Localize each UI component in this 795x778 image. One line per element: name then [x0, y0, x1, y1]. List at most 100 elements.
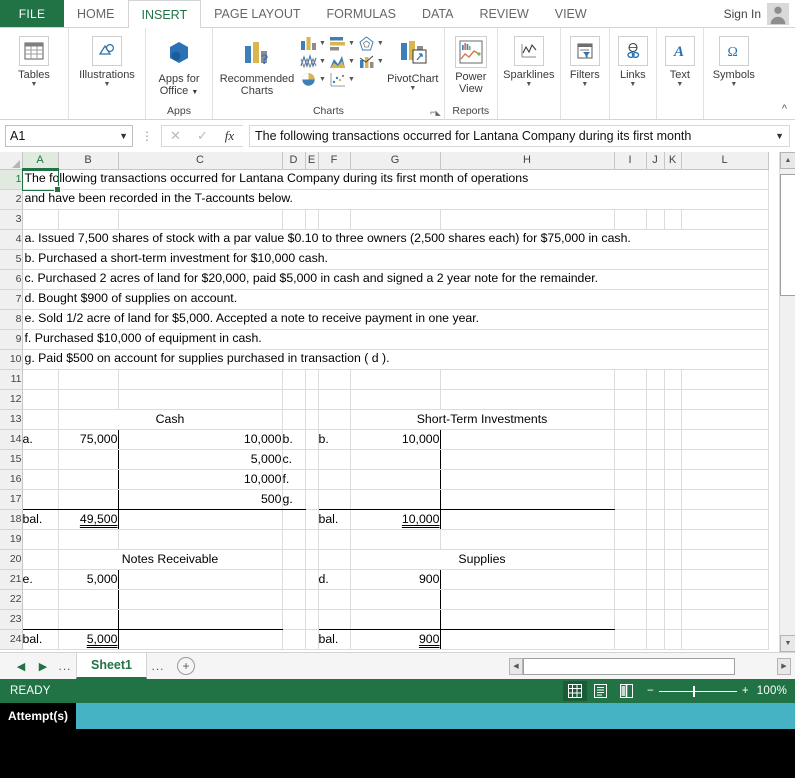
row-header-5[interactable]: 5 — [0, 249, 23, 270]
cell-A6[interactable]: c. Purchased 2 acres of land for $20,000… — [22, 269, 769, 290]
cell-A5[interactable]: b. Purchased a short-term investment for… — [22, 249, 769, 270]
cell-C24[interactable] — [118, 629, 283, 650]
cell-L15[interactable] — [681, 449, 769, 470]
chevron-down-icon[interactable]: ▼ — [771, 131, 784, 141]
cell-H18[interactable] — [440, 509, 615, 530]
cell-B12[interactable] — [58, 389, 119, 410]
cell-D14[interactable]: b. — [282, 428, 306, 450]
zoom-in-button[interactable]: + — [742, 685, 749, 697]
cell-D23[interactable] — [282, 609, 306, 630]
cell-F20[interactable] — [318, 549, 351, 570]
cell-G15[interactable] — [350, 449, 441, 470]
row-header-19[interactable]: 19 — [0, 529, 23, 550]
cell-E24[interactable] — [305, 629, 319, 650]
cell-B15[interactable] — [58, 449, 119, 470]
collapse-ribbon-button[interactable]: ^ — [782, 103, 787, 115]
nav-next-icon[interactable]: ▶ — [32, 660, 54, 673]
scatter-chart-button[interactable]: ▼ — [328, 71, 355, 88]
cell-K15[interactable] — [664, 449, 682, 470]
cell-L3[interactable] — [681, 209, 769, 230]
cell-J24[interactable] — [646, 629, 665, 650]
row-header-4[interactable]: 4 — [0, 229, 23, 250]
cell-H22[interactable] — [440, 589, 615, 610]
cell-A17[interactable] — [22, 489, 59, 510]
cell-B19[interactable] — [58, 529, 119, 550]
cell-B23[interactable] — [58, 609, 119, 630]
cell-K14[interactable] — [664, 429, 682, 450]
cell-B3[interactable] — [58, 209, 119, 230]
cell-L19[interactable] — [681, 529, 769, 550]
row-header-20[interactable]: 20 — [0, 549, 23, 570]
normal-view-icon[interactable] — [562, 681, 587, 701]
cell-F14[interactable]: b. — [318, 428, 351, 450]
cell-F12[interactable] — [318, 389, 351, 410]
cell-L12[interactable] — [681, 389, 769, 410]
cell-B24[interactable]: 5,000 — [58, 629, 119, 650]
cell-D12[interactable] — [282, 389, 306, 410]
cell-J21[interactable] — [646, 569, 665, 590]
cell-B14[interactable]: 75,000 — [58, 428, 119, 450]
cell-G19[interactable] — [350, 529, 441, 550]
column-chart-button[interactable]: ▼ — [299, 35, 326, 52]
taccount-title-supplies[interactable]: Supplies — [350, 549, 615, 570]
cell-C17[interactable]: 500 — [118, 489, 283, 510]
cell-C14[interactable]: 10,000 — [118, 428, 283, 450]
combo-chart-button[interactable]: ▼ — [357, 53, 384, 70]
cell-A18[interactable]: bal. — [22, 509, 59, 530]
taccount-title-cash[interactable]: Cash — [58, 409, 283, 430]
bar-chart-button[interactable]: ▼ — [328, 35, 355, 52]
cell-D15[interactable]: c. — [282, 449, 306, 470]
formula-input[interactable]: The following transactions occurred for … — [249, 125, 790, 147]
taccount-title-short-term-investments[interactable]: Short-Term Investments — [350, 409, 615, 430]
tab-page-layout[interactable]: PAGE LAYOUT — [201, 0, 313, 27]
column-header-I[interactable]: I — [614, 152, 647, 170]
row-header-9[interactable]: 9 — [0, 329, 23, 350]
line-chart-button[interactable]: ▼ — [299, 53, 326, 70]
cell-L11[interactable] — [681, 369, 769, 390]
cell-J13[interactable] — [646, 409, 665, 430]
cell-E20[interactable] — [305, 549, 319, 570]
cell-L16[interactable] — [681, 469, 769, 490]
cell-A11[interactable] — [22, 369, 59, 390]
cell-J3[interactable] — [646, 209, 665, 230]
cell-J11[interactable] — [646, 369, 665, 390]
column-header-A[interactable]: A — [22, 152, 59, 170]
links-button[interactable]: Links ▼ — [612, 32, 654, 89]
cell-K18[interactable] — [664, 509, 682, 530]
cell-E17[interactable] — [305, 489, 319, 510]
cell-C21[interactable] — [118, 568, 283, 590]
cell-H14[interactable] — [440, 428, 615, 450]
cell-H11[interactable] — [440, 369, 615, 390]
cancel-icon[interactable]: ✕ — [162, 128, 189, 144]
cell-F11[interactable] — [318, 369, 351, 390]
cell-B18[interactable]: 49,500 — [58, 509, 119, 530]
column-header-C[interactable]: C — [118, 152, 283, 170]
cell-K13[interactable] — [664, 409, 682, 430]
cell-E19[interactable] — [305, 529, 319, 550]
cell-K17[interactable] — [664, 489, 682, 510]
cell-D24[interactable] — [282, 629, 306, 650]
cell-H3[interactable] — [440, 209, 615, 230]
cell-G12[interactable] — [350, 389, 441, 410]
filters-button[interactable]: Filters ▼ — [563, 32, 607, 89]
cell-A14[interactable]: a. — [22, 428, 59, 450]
cell-A16[interactable] — [22, 469, 59, 490]
cell-G22[interactable] — [350, 589, 441, 610]
cell-K19[interactable] — [664, 529, 682, 550]
zoom-level[interactable]: 100% — [757, 685, 795, 697]
cell-J23[interactable] — [646, 609, 665, 630]
sparklines-button[interactable]: Sparklines ▼ — [500, 32, 558, 89]
cell-I17[interactable] — [614, 489, 647, 510]
cell-L14[interactable] — [681, 429, 769, 450]
cell-B17[interactable] — [58, 489, 119, 510]
hscroll-right-button[interactable]: ▶ — [777, 657, 791, 675]
plus-icon[interactable]: + — [177, 657, 195, 675]
cell-A13[interactable] — [22, 409, 59, 430]
cell-H15[interactable] — [440, 449, 615, 470]
chevron-down-icon[interactable]: ▼ — [119, 131, 128, 141]
page-layout-view-icon[interactable] — [589, 681, 613, 701]
cell-E14[interactable] — [305, 429, 319, 450]
name-box[interactable]: A1 ▼ — [5, 125, 133, 147]
sheet-tab-sheet1[interactable]: Sheet1 — [76, 653, 147, 679]
cell-J15[interactable] — [646, 449, 665, 470]
